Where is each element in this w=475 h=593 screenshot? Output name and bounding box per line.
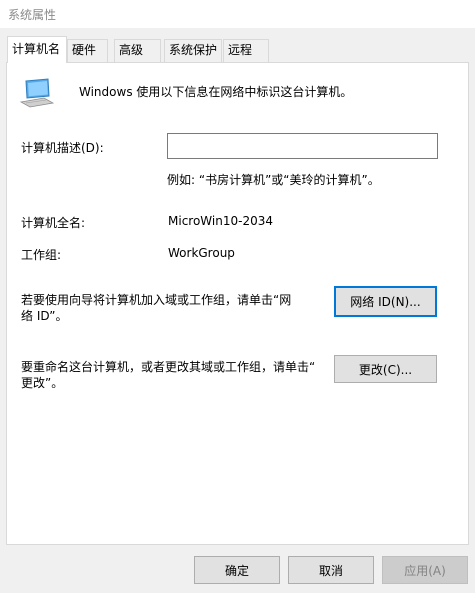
apply-button[interactable]: 应用(A)	[382, 556, 468, 584]
workgroup-value: WorkGroup	[168, 246, 235, 260]
description-example: 例如: “书房计算机”或“美玲的计算机”。	[167, 173, 380, 187]
title-bar[interactable]: 系统属性	[0, 0, 475, 28]
tab-computer-name[interactable]: 计算机名	[7, 36, 67, 63]
computer-description-input[interactable]	[167, 133, 438, 159]
cancel-button[interactable]: 取消	[288, 556, 374, 584]
workgroup-label: 工作组:	[21, 248, 62, 262]
tab-remote[interactable]: 远程	[223, 39, 269, 62]
rename-text-line2: 更改”。	[21, 376, 64, 390]
intro-text: Windows 使用以下信息在网络中标识这台计算机。	[79, 85, 353, 99]
tab-hardware[interactable]: 硬件	[67, 39, 108, 62]
fullname-label: 计算机全名:	[21, 216, 86, 230]
change-button[interactable]: 更改(C)...	[334, 355, 437, 383]
tab-advanced[interactable]: 高级	[114, 39, 161, 62]
network-id-button[interactable]: 网络 ID(N)...	[334, 286, 437, 317]
network-id-text-line1: 若要使用向导将计算机加入域或工作组，请单击“网	[21, 293, 292, 307]
computer-icon	[20, 78, 54, 108]
window-title: 系统属性	[8, 8, 57, 22]
tab-system-protection[interactable]: 系统保护	[164, 39, 222, 62]
network-id-text-line2: 络 ID”。	[21, 309, 68, 323]
fullname-value: MicroWin10-2034	[168, 214, 273, 228]
description-label: 计算机描述(D):	[21, 141, 104, 155]
rename-text-line1: 要重命名这台计算机，或者更改其域或工作组，请单击“	[21, 360, 316, 374]
ok-button[interactable]: 确定	[194, 556, 280, 584]
